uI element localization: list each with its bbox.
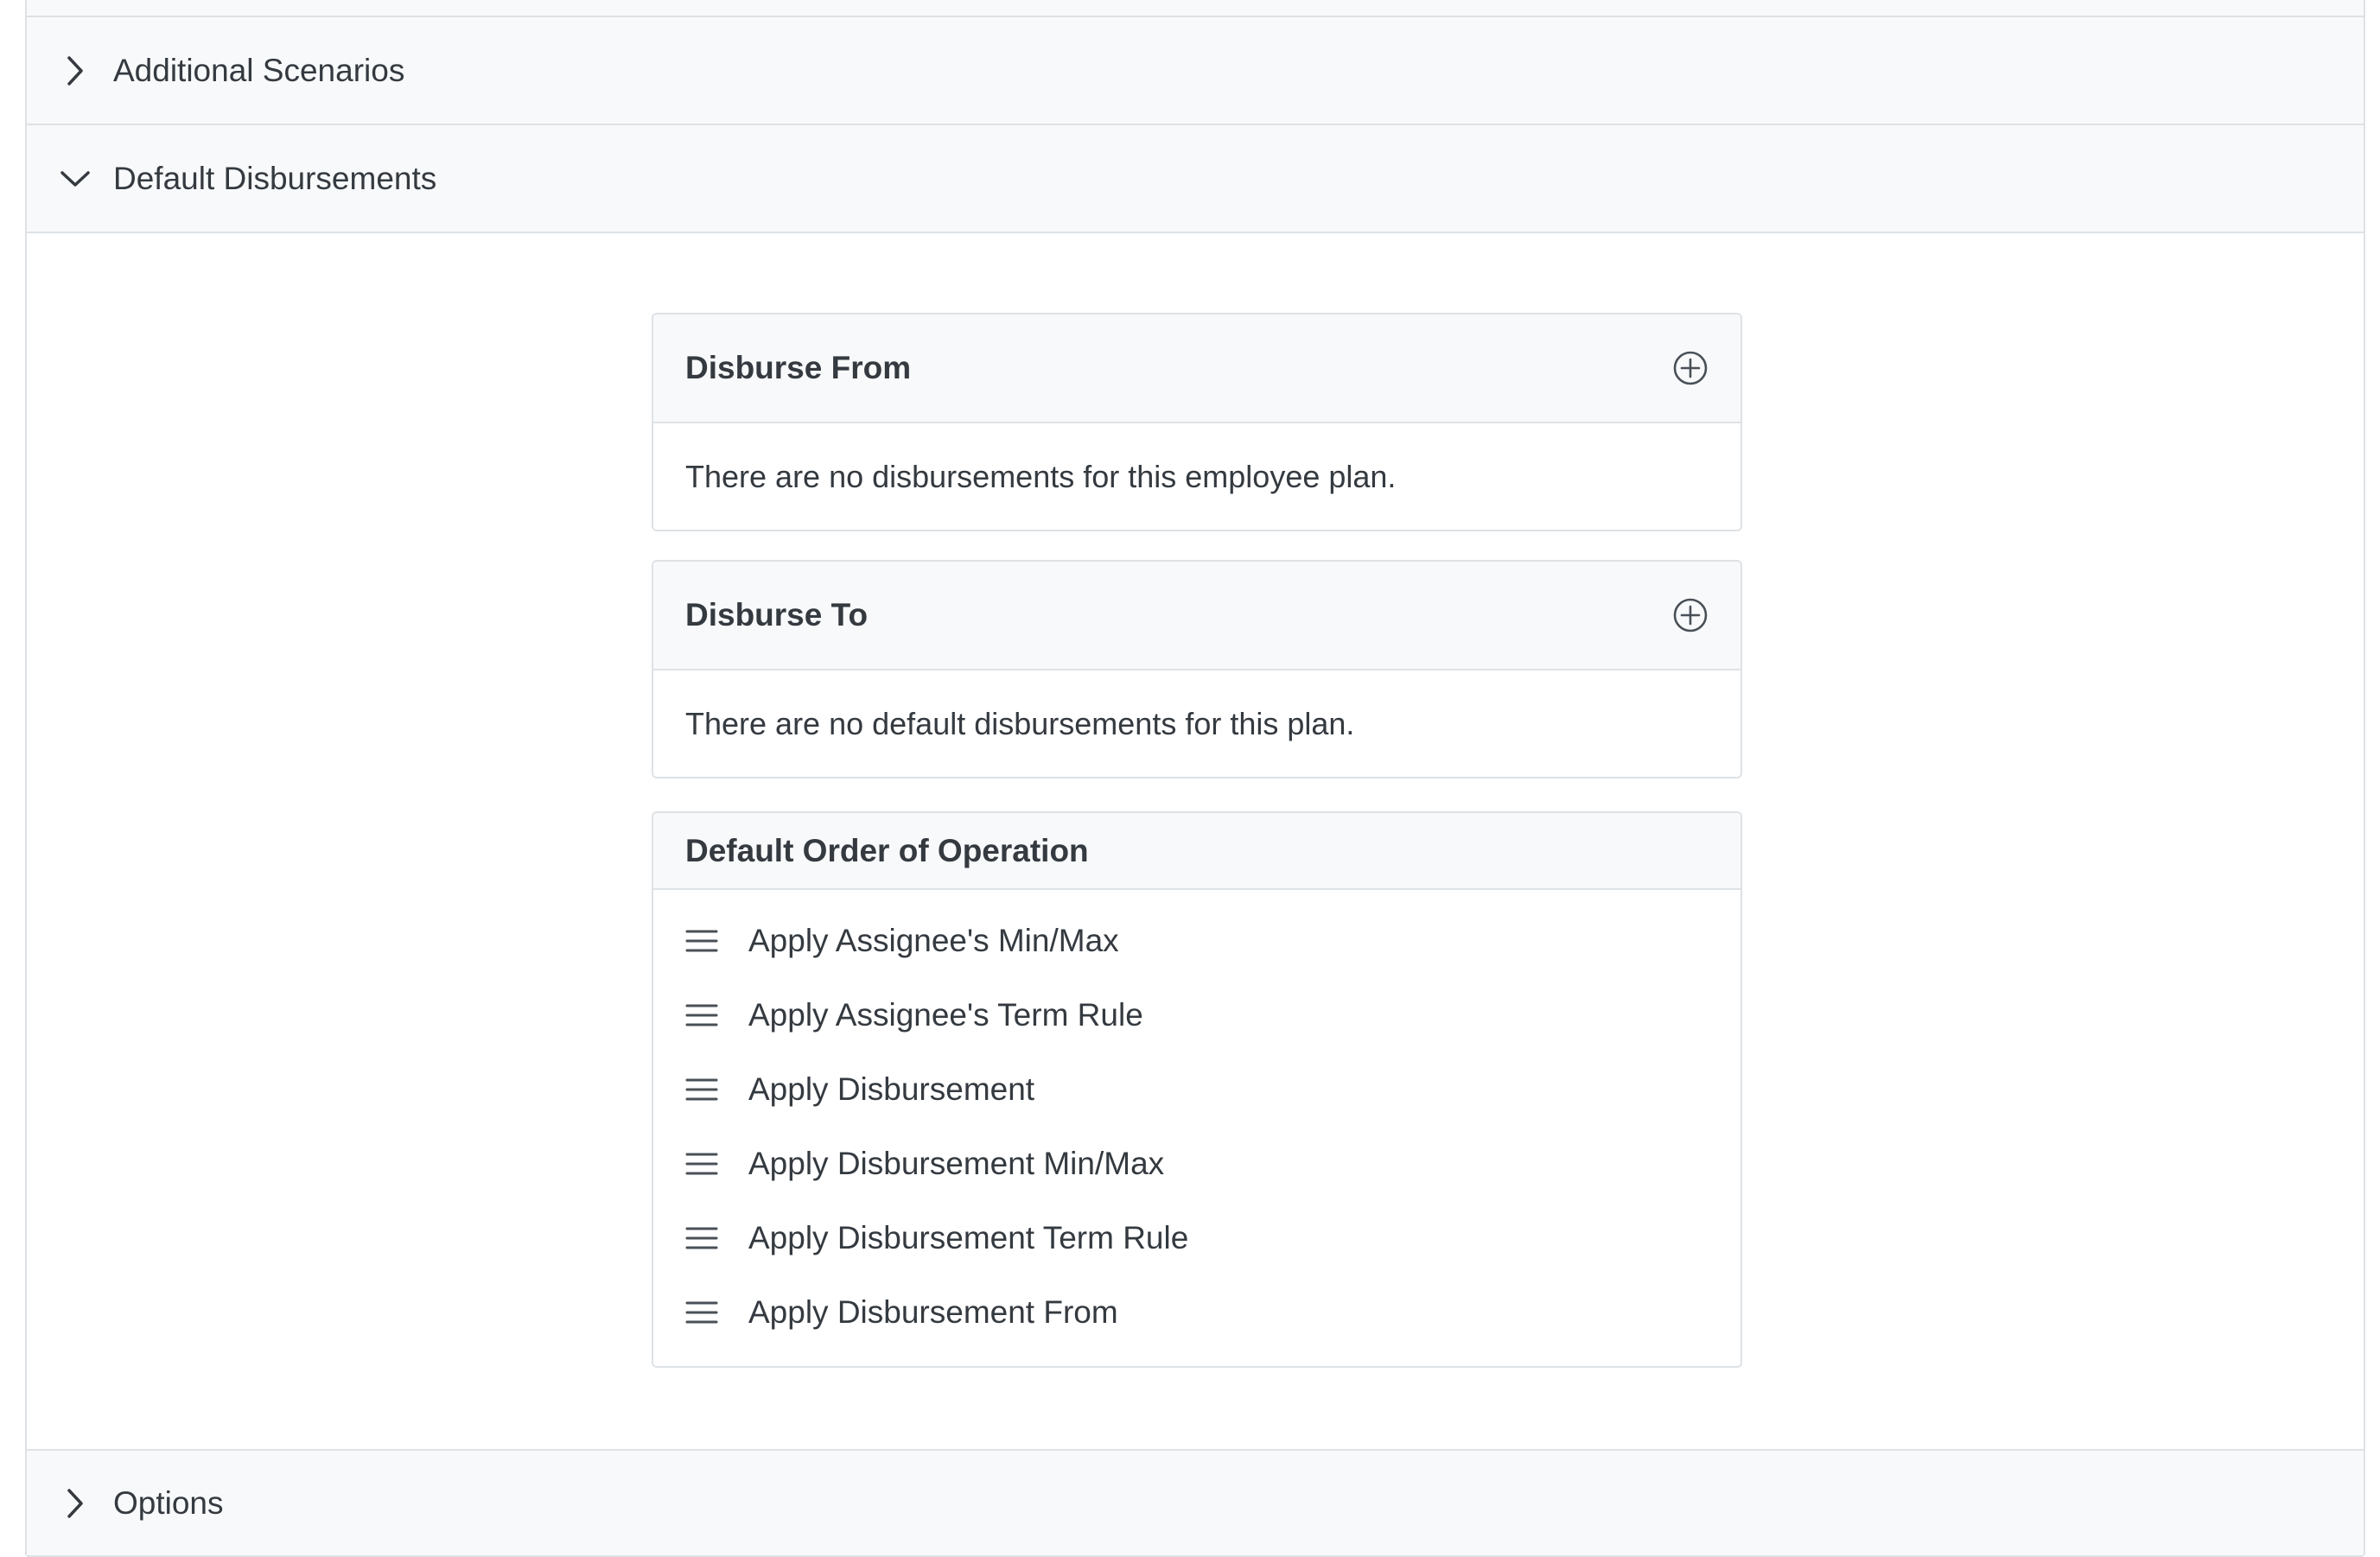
disburse-to-empty-message: There are no default disbursements for t… (685, 705, 1355, 741)
disburse-from-title: Disburse From (685, 350, 912, 385)
order-item-label: Apply Disbursement Min/Max (748, 1146, 1165, 1181)
order-item[interactable]: Apply Disbursement From (653, 1275, 1740, 1350)
order-of-operation-list: Apply Assignee's Min/Max Apply Assignee's… (653, 890, 1740, 1350)
order-of-operation-header: Default Order of Operation (653, 813, 1740, 890)
order-item[interactable]: Apply Disbursement (653, 1052, 1740, 1127)
accordion-header-additional-scenarios[interactable]: Additional Scenarios (27, 17, 2364, 125)
disburse-from-card: Disburse From There are no disbursements… (652, 313, 1742, 531)
disburse-to-card: Disburse To There are no default disburs… (652, 560, 1742, 778)
order-of-operation-card: Default Order of Operation Apply Assigne… (652, 811, 1742, 1368)
order-item[interactable]: Apply Assignee's Term Rule (653, 978, 1740, 1052)
disburse-to-title: Disburse To (685, 597, 869, 632)
accordion-label-options: Options (113, 1484, 224, 1521)
order-item[interactable]: Apply Assignee's Min/Max (653, 904, 1740, 978)
drag-handle-icon[interactable] (684, 924, 719, 958)
order-item-label: Apply Disbursement From (748, 1294, 1118, 1330)
disburse-to-header: Disburse To (653, 562, 1740, 670)
order-item[interactable]: Apply Disbursement Min/Max (653, 1127, 1740, 1201)
order-item-label: Apply Disbursement Term Rule (748, 1220, 1189, 1255)
chevron-right-icon (58, 54, 92, 88)
disburse-from-header: Disburse From (653, 315, 1740, 423)
order-item-label: Apply Assignee's Min/Max (748, 923, 1119, 958)
order-item-label: Apply Assignee's Term Rule (748, 997, 1143, 1033)
drag-handle-icon[interactable] (684, 998, 719, 1033)
accordion-header-default-disbursements[interactable]: Default Disbursements (27, 125, 2364, 233)
order-item-label: Apply Disbursement (748, 1071, 1035, 1107)
accordion-container: Additional Scenarios Default Disbursemen… (25, 0, 2365, 1557)
add-disburse-from-button[interactable] (1671, 349, 1709, 387)
disburse-from-empty-message: There are no disbursements for this empl… (685, 458, 1397, 494)
accordion-label-additional-scenarios: Additional Scenarios (113, 52, 405, 88)
chevron-down-icon (58, 162, 92, 196)
plus-circle-icon (1673, 598, 1708, 632)
add-disburse-to-button[interactable] (1671, 596, 1709, 634)
drag-handle-icon[interactable] (684, 1221, 719, 1255)
drag-handle-icon[interactable] (684, 1295, 719, 1330)
order-of-operation-title: Default Order of Operation (685, 832, 1089, 868)
accordion-header-options[interactable]: Options (27, 1449, 2364, 1557)
previous-section-edge (27, 0, 2364, 17)
plus-circle-icon (1673, 351, 1708, 385)
drag-handle-icon[interactable] (684, 1072, 719, 1107)
accordion-label-default-disbursements: Default Disbursements (113, 160, 437, 196)
drag-handle-icon[interactable] (684, 1147, 719, 1181)
chevron-right-icon (58, 1486, 92, 1521)
order-item[interactable]: Apply Disbursement Term Rule (653, 1201, 1740, 1275)
